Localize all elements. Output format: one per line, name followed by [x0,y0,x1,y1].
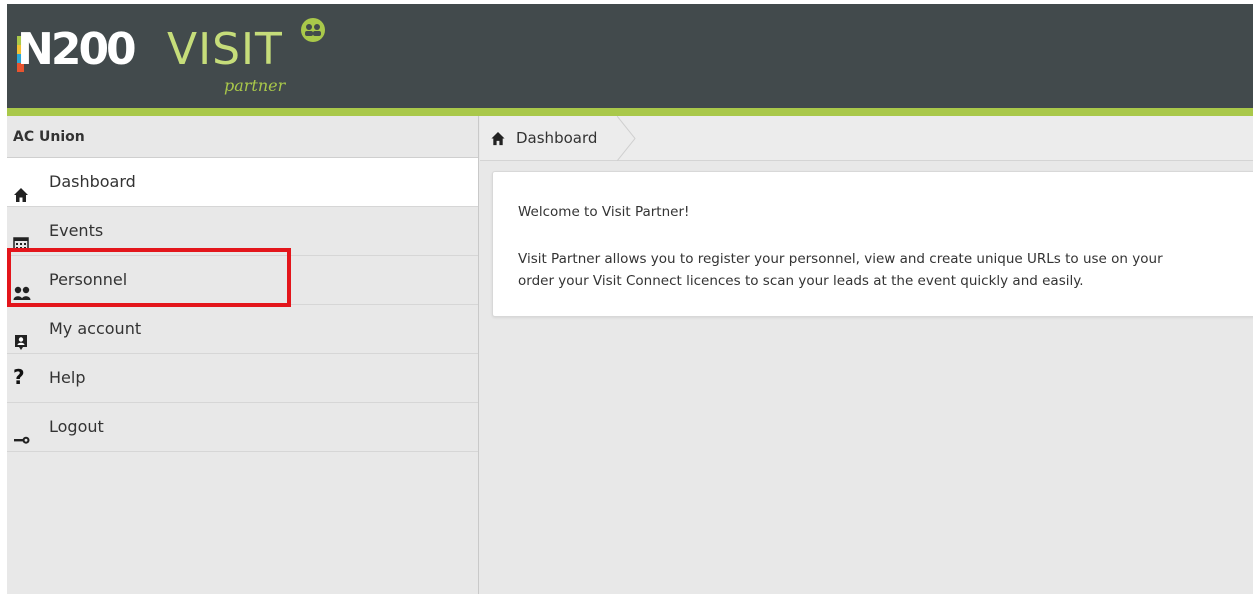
sidebar-item-personnel[interactable]: Personnel [7,256,478,305]
account-badge-icon [13,321,31,350]
users-icon [13,272,31,300]
sidebar-item-label: Personnel [49,270,128,289]
calendar-icon [13,223,31,252]
sidebar-item-label: Dashboard [49,172,136,191]
welcome-panel: Welcome to Visit Partner! Visit Partner … [492,171,1253,317]
sidebar-item-dashboard[interactable]: Dashboard [7,158,478,207]
sidebar-item-label: My account [49,319,142,338]
app-window: N200 VISIT partner AC Union Dashboard Ev… [7,4,1253,594]
sidebar-item-logout[interactable]: Logout [7,403,478,452]
home-icon [490,131,506,150]
header-accent-bar [7,108,1253,116]
breadcrumb-label: Dashboard [516,129,598,147]
question-icon: ? [13,365,25,389]
home-icon [13,174,31,202]
sidebar: AC Union Dashboard Events Personnel My a… [7,116,479,594]
sidebar-item-label: Help [49,368,86,387]
welcome-description-line2: order your Visit Connect licences to sca… [518,273,1084,289]
sidebar-item-events[interactable]: Events [7,207,478,256]
breadcrumb-item-dashboard[interactable]: Dashboard [480,116,636,161]
logo-n200-text: N200 [17,24,137,75]
logo-visit-text: VISIT [167,24,283,75]
welcome-title: Welcome to Visit Partner! [518,204,690,220]
sidebar-item-help[interactable]: ? Help [7,354,478,403]
welcome-description-line1: Visit Partner allows you to register you… [518,251,1163,267]
sidebar-item-label: Logout [49,417,104,436]
welcome-description: Visit Partner allows you to register you… [518,248,1163,292]
logo-partner-text: partner [224,76,286,95]
logo-badge-icon [301,18,325,42]
key-icon [13,419,31,444]
sidebar-item-my-account[interactable]: My account [7,305,478,354]
logo[interactable]: N200 VISIT partner [17,16,337,100]
breadcrumb: Dashboard [480,116,1253,161]
sidebar-item-label: Events [49,221,104,240]
sidebar-account-name: AC Union [7,116,478,158]
breadcrumb-separator [617,116,636,161]
header: N200 VISIT partner [7,4,1253,108]
